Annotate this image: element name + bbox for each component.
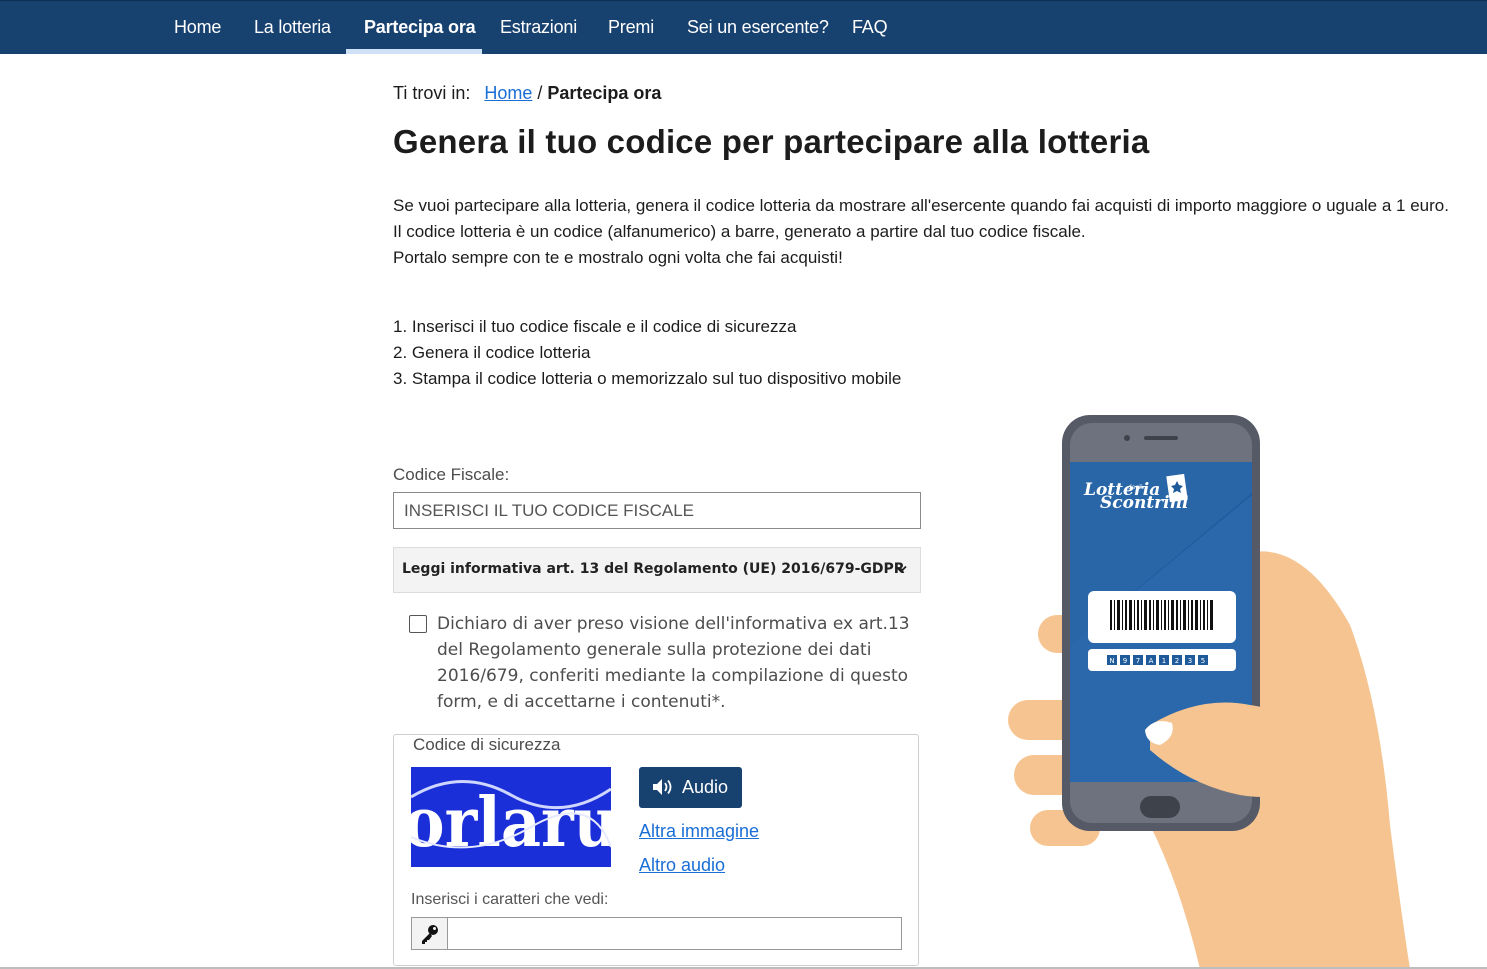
captcha-input[interactable]	[447, 917, 902, 950]
step-item: 2. Genera il codice lotteria	[393, 343, 591, 362]
key-addon	[411, 917, 447, 950]
active-tab-indicator	[346, 49, 482, 54]
svg-text:5: 5	[1201, 657, 1205, 665]
codice-fiscale-label: Codice Fiscale:	[393, 465, 510, 484]
svg-text:3: 3	[1188, 657, 1192, 665]
nav-home[interactable]: Home	[174, 1, 221, 54]
step-item: 1. Inserisci il tuo codice fiscale e il …	[393, 317, 797, 336]
captcha-input-label: Inserisci i caratteri che vedi:	[411, 891, 609, 908]
svg-text:degli: degli	[1128, 484, 1143, 491]
svg-text:9: 9	[1123, 657, 1127, 665]
nav-partecipa-ora[interactable]: Partecipa ora	[364, 1, 476, 54]
captcha-legend: Codice di sicurezza	[411, 735, 563, 755]
steps-list: 1. Inserisci il tuo codice fiscale e il …	[393, 314, 901, 392]
chevron-down-icon	[895, 565, 907, 573]
codice-fiscale-input[interactable]: INSERISCI IL TUO CODICE FISCALE	[393, 492, 921, 529]
step-item: 3. Stampa il codice lotteria o memorizza…	[393, 369, 902, 388]
nav-estrazioni[interactable]: Estrazioni	[500, 1, 577, 54]
nav-premi[interactable]: Premi	[608, 1, 654, 54]
breadcrumb: Ti trovi in: Home / Partecipa ora	[393, 83, 661, 104]
gdpr-accordion-title: Leggi informativa art. 13 del Regolament…	[402, 561, 905, 577]
breadcrumb-home-link[interactable]: Home	[484, 83, 532, 103]
breadcrumb-current: Partecipa ora	[547, 83, 662, 103]
altro-audio-link[interactable]: Altro audio	[639, 855, 725, 876]
consent-checkbox[interactable]	[409, 615, 427, 633]
svg-text:2: 2	[1175, 657, 1179, 665]
svg-text:A: A	[1149, 657, 1154, 665]
nav-sei-un-esercente[interactable]: Sei un esercente?	[687, 1, 829, 54]
svg-text:1: 1	[1162, 657, 1166, 665]
nav-faq[interactable]: FAQ	[852, 1, 888, 54]
intro-paragraph-2: Il codice lotteria è un codice (alfanume…	[393, 222, 1086, 241]
phone-illustration: Lotteria degli Scontrini N 9 7 A 1 2 3 5	[1008, 415, 1410, 969]
top-navigation: Home La lotteria Partecipa ora Estrazion…	[0, 0, 1487, 54]
speaker-icon	[653, 779, 672, 795]
svg-text:7: 7	[1136, 657, 1140, 665]
breadcrumb-separator: /	[537, 83, 543, 103]
nav-la-lotteria[interactable]: La lotteria	[254, 1, 331, 54]
consent-text: Dichiaro di aver preso visione dell'info…	[437, 614, 910, 712]
intro-paragraph-1: Se vuoi partecipare alla lotteria, gener…	[393, 196, 1449, 215]
svg-text:orlaru: orlaru	[411, 783, 611, 863]
page-title: Genera il tuo codice per partecipare all…	[393, 123, 1150, 160]
svg-text:N: N	[1109, 657, 1114, 665]
breadcrumb-prefix: Ti trovi in:	[393, 83, 471, 103]
key-icon	[422, 925, 438, 944]
intro-paragraph-3: Portalo sempre con te e mostralo ogni vo…	[393, 248, 843, 267]
gdpr-accordion[interactable]: Leggi informativa art. 13 del Regolament…	[393, 547, 921, 593]
intro-text: Se vuoi partecipare alla lotteria, gener…	[393, 193, 1453, 271]
audio-button[interactable]: Audio	[639, 767, 742, 808]
altra-immagine-link[interactable]: Altra immagine	[639, 821, 759, 842]
captcha-image: orlaru	[411, 767, 611, 867]
audio-button-label: Audio	[682, 777, 729, 797]
